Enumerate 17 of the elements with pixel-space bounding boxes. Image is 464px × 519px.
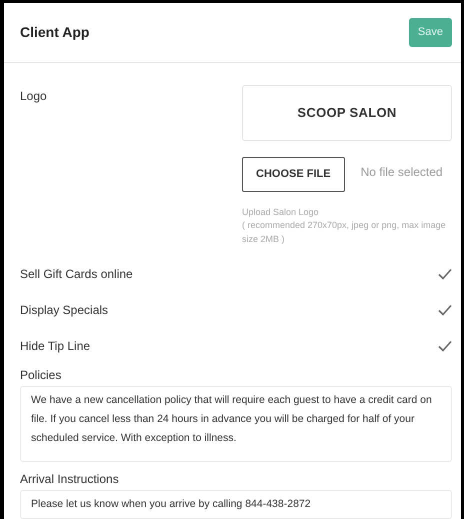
checkmark-icon[interactable]: [438, 340, 452, 352]
checkmark-icon[interactable]: [438, 304, 452, 316]
file-status: No file selected: [360, 164, 443, 181]
setting-label: Sell Gift Cards online: [20, 266, 133, 283]
setting-label: Display Specials: [20, 302, 108, 319]
help-text: Upload Salon Logo: [242, 206, 320, 219]
logo-text: SCOOP SALON: [297, 104, 397, 122]
field-label: Policies: [20, 367, 62, 384]
checkmark-icon[interactable]: [438, 268, 452, 280]
help-text: ( recommended 270x70px, jpeg or png, max image size 2MB ): [242, 219, 447, 246]
field-label: Arrival Instructions: [20, 471, 120, 488]
field-label: Logo: [20, 88, 47, 105]
text-area[interactable]: Please let us know when you arrive by calling 844-438-2872: [20, 490, 452, 519]
choose-file-button[interactable]: CHOOSE FILE: [242, 157, 345, 192]
page-title: Client App: [20, 23, 90, 42]
setting-label: Hide Tip Line: [20, 338, 90, 355]
text-area[interactable]: We have a new cancellation policy that will require each guest to have a credit card on file. If you cancel less than 24 hours in advance you will be charged for half of your scheduled service. With exception to illness.: [20, 386, 452, 462]
